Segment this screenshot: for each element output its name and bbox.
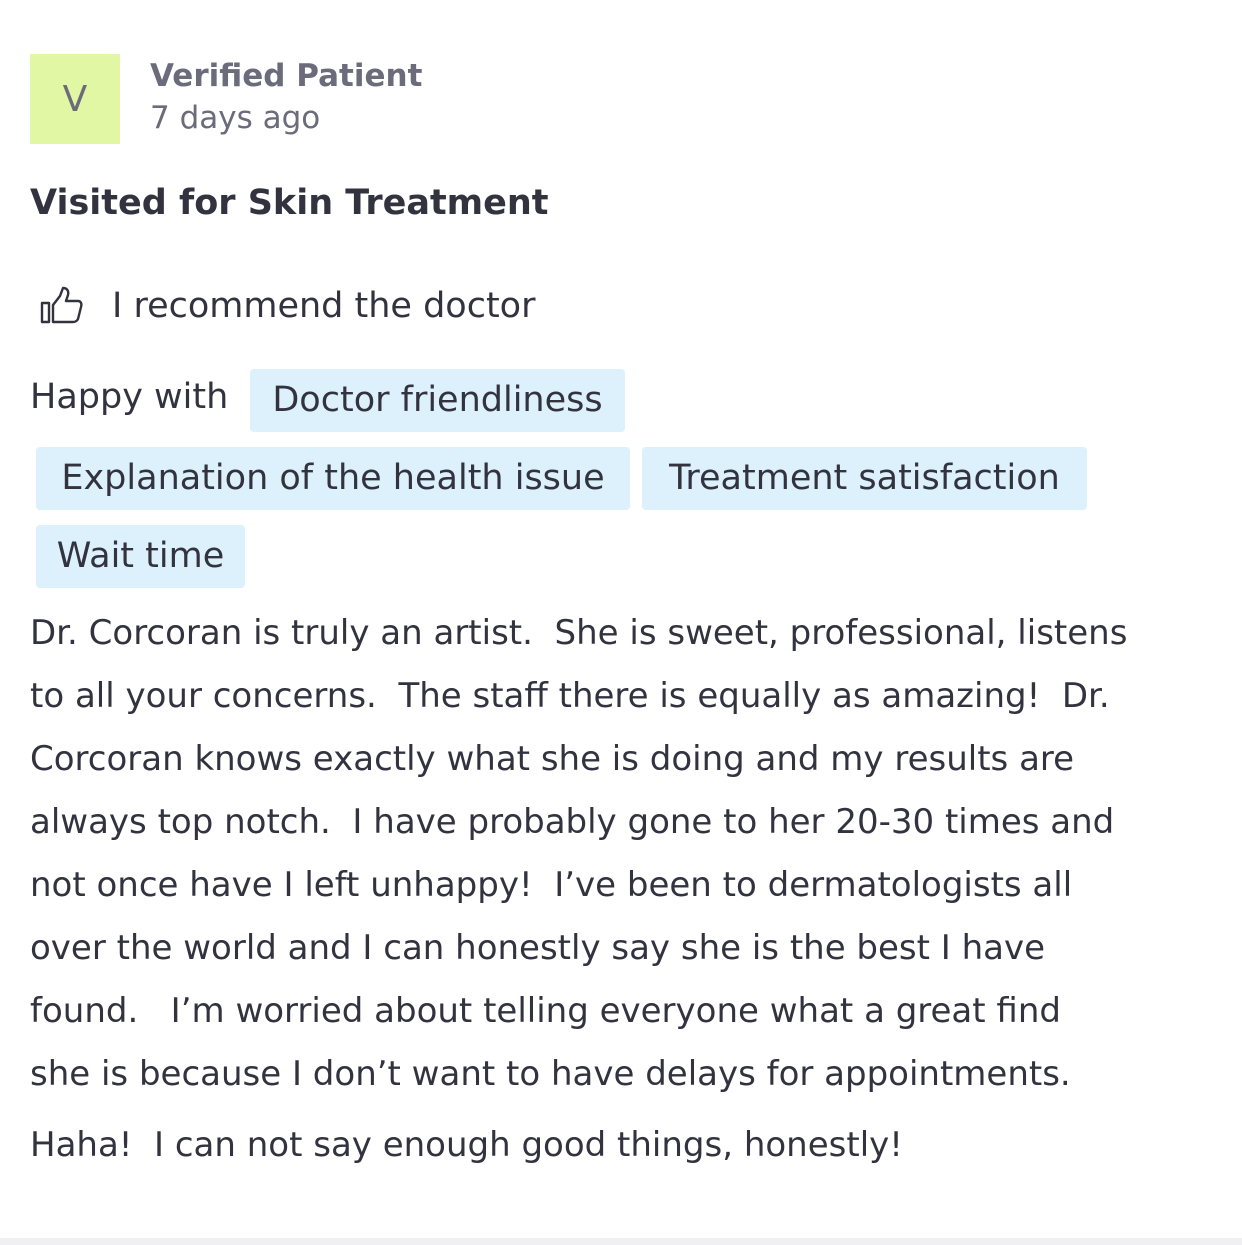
tag-treatment-satisfaction: Treatment satisfaction [642,447,1087,510]
recommend-text: I recommend the doctor [112,286,536,326]
avatar: V [30,54,120,144]
review-card: V Verified Patient 7 days ago Visited fo… [0,0,1242,1238]
tag-wait-time: Wait time [36,525,245,588]
author-name: Verified Patient [150,58,423,94]
review-line: Haha! I can not say enough good things, … [30,1125,903,1165]
review-line: found. I’m worried about telling everyon… [30,991,1061,1031]
review-line: not once have I left unhappy! I’ve been … [30,865,1073,905]
tag-explanation-of-health-issue: Explanation of the health issue [36,447,630,510]
visit-reason: Visited for Skin Treatment [30,183,549,223]
review-date: 7 days ago [150,100,321,136]
tag-doctor-friendliness: Doctor friendliness [250,369,625,432]
review-line: to all your concerns. The staff there is… [30,676,1110,716]
review-line: she is because I don’t want to have dela… [30,1054,1071,1094]
review-line: always top notch. I have probably gone t… [30,802,1115,842]
review-line: over the world and I can honestly say sh… [30,928,1046,968]
review-line: Corcoran knows exactly what she is doing… [30,739,1075,779]
avatar-letter: V [62,78,88,120]
happy-with-label: Happy with [30,377,229,417]
review-line: Dr. Corcoran is truly an artist. She is … [30,613,1128,653]
bottom-divider [0,1238,1242,1245]
recommend-row: I recommend the doctor [40,284,535,328]
thumbs-up-icon [40,286,83,324]
